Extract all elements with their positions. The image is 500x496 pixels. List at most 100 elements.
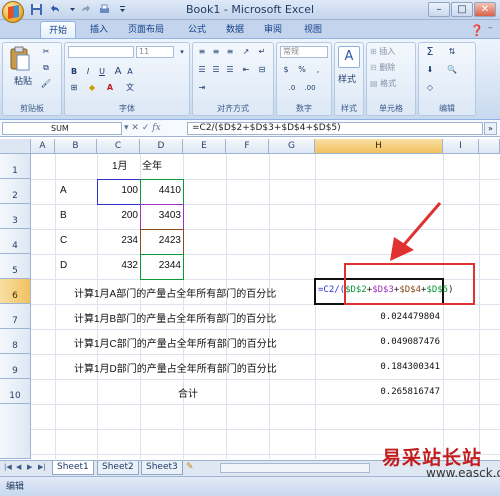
indent-increase-icon[interactable]: ⇥ <box>196 82 208 94</box>
merge-center-icon[interactable]: ⊟ <box>256 64 268 76</box>
paste-icon[interactable] <box>8 46 32 72</box>
align-right-icon[interactable]: ☰ <box>224 64 236 76</box>
name-box[interactable]: SUM <box>2 122 122 135</box>
font-size-combobox[interactable]: 11 <box>136 46 174 58</box>
first-sheet-icon[interactable]: |◀ <box>4 463 12 471</box>
column-header-b[interactable]: B <box>55 139 97 154</box>
percent-icon[interactable]: % <box>296 64 308 76</box>
help-icon[interactable]: ❓ <box>470 24 484 37</box>
delete-cells-button[interactable]: ⊟ 删除 <box>370 62 395 73</box>
insert-function-button[interactable]: fx <box>152 123 160 133</box>
tab-insert[interactable]: 插入 <box>82 21 116 39</box>
tab-home[interactable]: 开始 <box>40 21 77 39</box>
cut-icon[interactable]: ✂ <box>40 46 52 58</box>
cell-b4[interactable]: C <box>60 235 67 246</box>
sheet-tab-3[interactable]: Sheet3 <box>141 461 183 475</box>
column-header-i[interactable]: I <box>443 139 479 154</box>
cell-b3[interactable]: B <box>60 210 67 221</box>
phonetic-icon[interactable]: 文 <box>124 82 136 94</box>
expand-formula-bar-icon[interactable]: » <box>484 122 497 135</box>
maximize-button[interactable]: □ <box>451 2 473 17</box>
prev-sheet-icon[interactable]: ◀ <box>16 463 21 471</box>
row-header-2[interactable]: 2 <box>0 179 31 204</box>
office-button[interactable] <box>2 1 24 23</box>
borders-icon[interactable]: ⊞ <box>68 82 80 94</box>
column-header-a[interactable]: A <box>31 139 55 154</box>
autosum-icon[interactable]: Σ <box>424 46 436 58</box>
number-format-combobox[interactable]: 常规 <box>280 46 328 58</box>
tab-page-layout[interactable]: 页面布局 <box>120 21 172 39</box>
cell-b5[interactable]: D <box>60 260 67 271</box>
cell-h8[interactable]: 0.049087476 <box>316 337 440 347</box>
formula-input[interactable]: =C2/($D$2+$D$3+$D$4+$D$5) <box>187 122 483 135</box>
column-header-h[interactable]: H <box>315 139 443 154</box>
cell-b6[interactable]: 计算1月A部门的产量占全年所有部门的百分比 <box>74 285 276 300</box>
grow-font-icon[interactable]: A <box>112 66 124 78</box>
font-size-dropdown-icon[interactable]: ▾ <box>176 46 188 58</box>
last-sheet-icon[interactable]: ▶| <box>38 463 46 471</box>
cell-h7[interactable]: 0.024479804 <box>316 312 440 322</box>
shrink-font-icon[interactable]: A <box>124 66 136 78</box>
row-header-8[interactable]: 8 <box>0 329 31 354</box>
clear-icon[interactable]: ◇ <box>424 82 436 94</box>
cell-c3[interactable]: 200 <box>97 210 138 221</box>
font-name-combobox[interactable] <box>68 46 134 58</box>
row-header-3[interactable]: 3 <box>0 204 31 229</box>
row-header-9[interactable]: 9 <box>0 354 31 379</box>
close-button[interactable]: ✕ <box>474 2 496 17</box>
column-header-d[interactable]: D <box>140 139 183 154</box>
column-header-f[interactable]: F <box>226 139 269 154</box>
tab-data[interactable]: 数据 <box>218 21 252 39</box>
cell-b2[interactable]: A <box>60 185 67 196</box>
next-sheet-icon[interactable]: ▶ <box>27 463 32 471</box>
align-middle-icon[interactable]: ≡ <box>210 46 222 58</box>
horizontal-scrollbar[interactable] <box>220 463 370 473</box>
row-header-4[interactable]: 4 <box>0 229 31 254</box>
align-bottom-icon[interactable]: ≡ <box>224 46 236 58</box>
sheet-tab-1[interactable]: Sheet1 <box>52 461 94 475</box>
font-color-icon[interactable]: A <box>104 82 116 94</box>
cell-h10[interactable]: 0.265816747 <box>316 387 440 397</box>
column-header-e[interactable]: E <box>183 139 226 154</box>
cell-b9[interactable]: 计算1月D部门的产量占全年所有部门的百分比 <box>74 360 277 375</box>
enter-entry-icon[interactable]: ✓ <box>142 123 150 133</box>
column-header-c[interactable]: C <box>97 139 140 154</box>
cell-d1[interactable]: 全年 <box>142 157 162 172</box>
wrap-text-icon[interactable]: ↵ <box>256 46 268 58</box>
format-painter-icon[interactable]: 🖌 <box>40 78 52 90</box>
fill-color-icon[interactable]: ◆ <box>86 82 98 94</box>
insert-sheet-icon[interactable]: ✎ <box>186 462 194 472</box>
align-center-icon[interactable]: ☰ <box>210 64 222 76</box>
cancel-entry-icon[interactable]: ✕ <box>131 123 139 133</box>
underline-button[interactable]: U <box>96 66 108 78</box>
cell-b7[interactable]: 计算1月B部门的产量占全年所有部门的百分比 <box>74 310 276 325</box>
indent-decrease-icon[interactable]: ⇤ <box>240 64 252 76</box>
tab-view[interactable]: 视图 <box>296 21 330 39</box>
cell-c5[interactable]: 432 <box>97 260 138 271</box>
copy-icon[interactable]: ⧉ <box>40 62 52 74</box>
align-top-icon[interactable]: ≡ <box>196 46 208 58</box>
select-all-button[interactable] <box>0 139 31 154</box>
sort-filter-icon[interactable]: ⇅ <box>446 46 458 58</box>
sheet-tab-2[interactable]: Sheet2 <box>97 461 139 475</box>
orientation-icon[interactable]: ↗ <box>240 46 252 58</box>
styles-icon[interactable]: A <box>338 46 360 68</box>
cell-b8[interactable]: 计算1月C部门的产量占全年所有部门的百分比 <box>74 335 277 350</box>
cell-h9[interactable]: 0.184300341 <box>316 362 440 372</box>
row-header-6[interactable]: 6 <box>0 279 31 304</box>
bold-button[interactable]: B <box>68 66 80 78</box>
cell-c4[interactable]: 234 <box>97 235 138 246</box>
comma-icon[interactable]: , <box>312 64 324 76</box>
paste-button[interactable]: 粘贴 <box>14 74 32 87</box>
format-cells-button[interactable]: ▤ 格式 <box>370 78 396 89</box>
currency-icon[interactable]: $ <box>280 64 292 76</box>
align-left-icon[interactable]: ☰ <box>196 64 208 76</box>
fill-icon[interactable]: ⬇ <box>424 64 436 76</box>
styles-button[interactable]: 样式 <box>338 72 356 85</box>
minimize-button[interactable]: – <box>428 2 450 17</box>
tab-formulas[interactable]: 公式 <box>180 21 214 39</box>
column-header-g[interactable]: G <box>269 139 315 154</box>
tab-review[interactable]: 审阅 <box>256 21 290 39</box>
italic-button[interactable]: I <box>82 66 94 78</box>
insert-cells-button[interactable]: ⊞ 插入 <box>370 46 395 57</box>
